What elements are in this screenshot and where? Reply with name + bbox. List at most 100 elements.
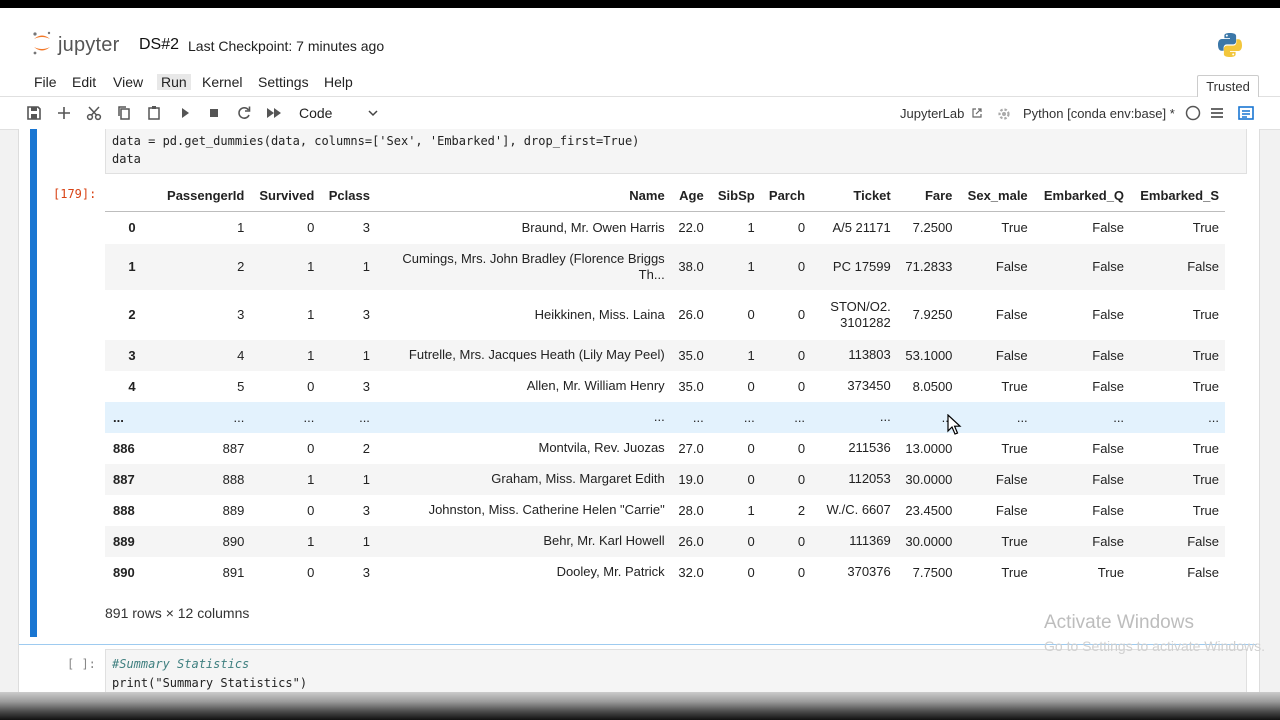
active-cell-indicator[interactable] [30, 129, 37, 637]
table-cell: STON/O2. 3101282 [830, 298, 891, 330]
trusted-indicator[interactable]: Trusted [1197, 75, 1259, 99]
table-row: 0 1 0 3 Braund, Mr. Owen Harris 22.0 1 0 A/5 211… [105, 212, 1225, 244]
table-cell: Graham, Miss. Margaret Edith [375, 463, 671, 495]
table-cell: False [1033, 463, 1131, 495]
property-inspector-icon[interactable] [1236, 103, 1256, 123]
code-editor[interactable]: data = pd.get_dummies(data, columns=['Se… [105, 129, 1247, 174]
table-cell: 370376 [847, 564, 891, 579]
dataframe-table: PassengerId Survived Pclass Name Age SibSp Par… [105, 179, 1225, 588]
restart-icon[interactable] [234, 103, 254, 123]
table-cell: ... [157, 401, 251, 433]
cut-icon[interactable] [84, 103, 104, 123]
table-cell: 1 [250, 243, 321, 290]
python-logo-icon [1218, 33, 1242, 57]
table-cell: 0 [709, 463, 761, 495]
table-cell: Heikkinen, Miss. Laina [534, 306, 665, 322]
stop-icon[interactable] [204, 103, 224, 123]
table-cell: 1 [237, 220, 245, 236]
code-line-1: data = pd.get_dummies(data, columns=['Se… [112, 134, 639, 148]
table-cell: True [1192, 440, 1219, 456]
table-cell: 1 [747, 220, 755, 236]
notebook-title[interactable]: DS#2 [139, 36, 179, 54]
paste-icon[interactable] [144, 103, 164, 123]
menu-edit[interactable]: Edit [72, 74, 96, 90]
kernel-name[interactable]: Python [conda env:base] * [1023, 106, 1175, 121]
table-cell: 112053 [811, 463, 897, 495]
menu-file[interactable]: File [34, 74, 57, 90]
table-cell: Johnston, Miss. Catherine Helen "Carrie" [428, 502, 665, 517]
table-cell: 30.0000 [896, 525, 959, 557]
table-cell: 373450 [847, 378, 891, 393]
screen-top-edge [0, 0, 1280, 8]
table-cell: False [1130, 525, 1225, 557]
table-cell: 53.1000 [896, 339, 959, 371]
table-cell: 27.0 [678, 440, 704, 456]
fast-forward-icon[interactable] [264, 103, 284, 123]
mouse-cursor-icon [947, 414, 962, 435]
table-cell: Cumings, Mrs. John Bradley (Florence Bri… [375, 243, 671, 290]
menu-bar: File Edit View Run Kernel Settings Help … [0, 68, 1280, 99]
chevron-down-icon[interactable] [366, 106, 380, 120]
gear-icon[interactable] [994, 104, 1014, 124]
table-cell: PC 17599 [811, 243, 897, 290]
jupyter-logo-icon[interactable] [31, 30, 53, 56]
table-cell: 7.7500 [912, 564, 953, 580]
table-cell: False [995, 502, 1028, 518]
menu-list-icon[interactable] [1207, 103, 1227, 123]
next-code-editor[interactable]: #Summary Statistics print("Summary Stati… [105, 649, 1247, 693]
activate-windows-title: Activate Windows [1044, 612, 1194, 633]
table-cell: Dooley, Mr. Patrick [556, 564, 665, 579]
header: jupyter DS#2 Last Checkpoint: 7 minutes … [0, 8, 1280, 68]
menu-run[interactable]: Run [157, 74, 191, 90]
table-cell: A/5 21171 [832, 219, 891, 235]
menu-help[interactable]: Help [324, 74, 353, 90]
table-cell: 71.2833 [896, 243, 959, 290]
menu-view[interactable]: View [113, 74, 143, 90]
table-cell: 0 [747, 564, 755, 580]
table-cell: ... [1130, 401, 1225, 433]
table-cell: 26.0 [670, 525, 710, 557]
table-cell: False [1092, 440, 1125, 456]
table-cell: True [1001, 378, 1028, 394]
row-index: 890 [113, 564, 135, 580]
table-cell: ... [375, 401, 671, 433]
table-cell: False [958, 243, 1034, 290]
row-index: 888 [113, 502, 135, 518]
table-cell: ... [670, 401, 710, 433]
cell-type-select[interactable]: Code [299, 105, 332, 121]
table-cell: 891 [222, 564, 245, 580]
table-cell: False [1092, 378, 1125, 394]
table-cell: 30.0000 [896, 463, 959, 495]
menu-kernel[interactable]: Kernel [202, 74, 242, 90]
table-cell: True [1130, 463, 1225, 495]
table-cell: 35.0 [678, 378, 704, 394]
add-cell-icon[interactable] [54, 103, 74, 123]
table-cell: True [1192, 502, 1219, 518]
table-cell: 26.0 [678, 307, 704, 322]
copy-icon[interactable] [114, 103, 134, 123]
column-header: Age [670, 179, 710, 212]
menu-settings[interactable]: Settings [258, 74, 309, 90]
table-cell: W./C. 6607 [826, 502, 891, 517]
table-row: 889 890 1 1 Behr, Mr. Karl Howell 26.0 0 0 11136… [105, 525, 1225, 557]
jupyterlab-link[interactable]: JupyterLab [900, 106, 983, 121]
table-cell: False [1033, 525, 1131, 557]
table-cell: True [1097, 564, 1125, 580]
table-cell: 0 [797, 378, 806, 394]
notebook-toolbar: Code JupyterLab Python [conda env:base] … [0, 97, 1280, 130]
table-cell: True [1001, 220, 1028, 236]
code-line-2: data [112, 152, 141, 166]
table-cell: True [1192, 220, 1219, 236]
table-cell: 1 [709, 243, 761, 290]
last-checkpoint: Last Checkpoint: 7 minutes ago [188, 38, 385, 54]
table-cell: True [1192, 378, 1219, 394]
next-cell-prompt: [ ]: [67, 657, 96, 671]
save-icon[interactable] [24, 103, 44, 123]
table-cell: False [1130, 243, 1225, 290]
row-index: 2 [128, 307, 136, 322]
column-header: Name [375, 179, 671, 212]
table-cell: True [1001, 564, 1028, 580]
run-icon[interactable] [175, 103, 195, 123]
table-cell: 890 [157, 525, 251, 557]
table-cell: False [1092, 220, 1125, 236]
